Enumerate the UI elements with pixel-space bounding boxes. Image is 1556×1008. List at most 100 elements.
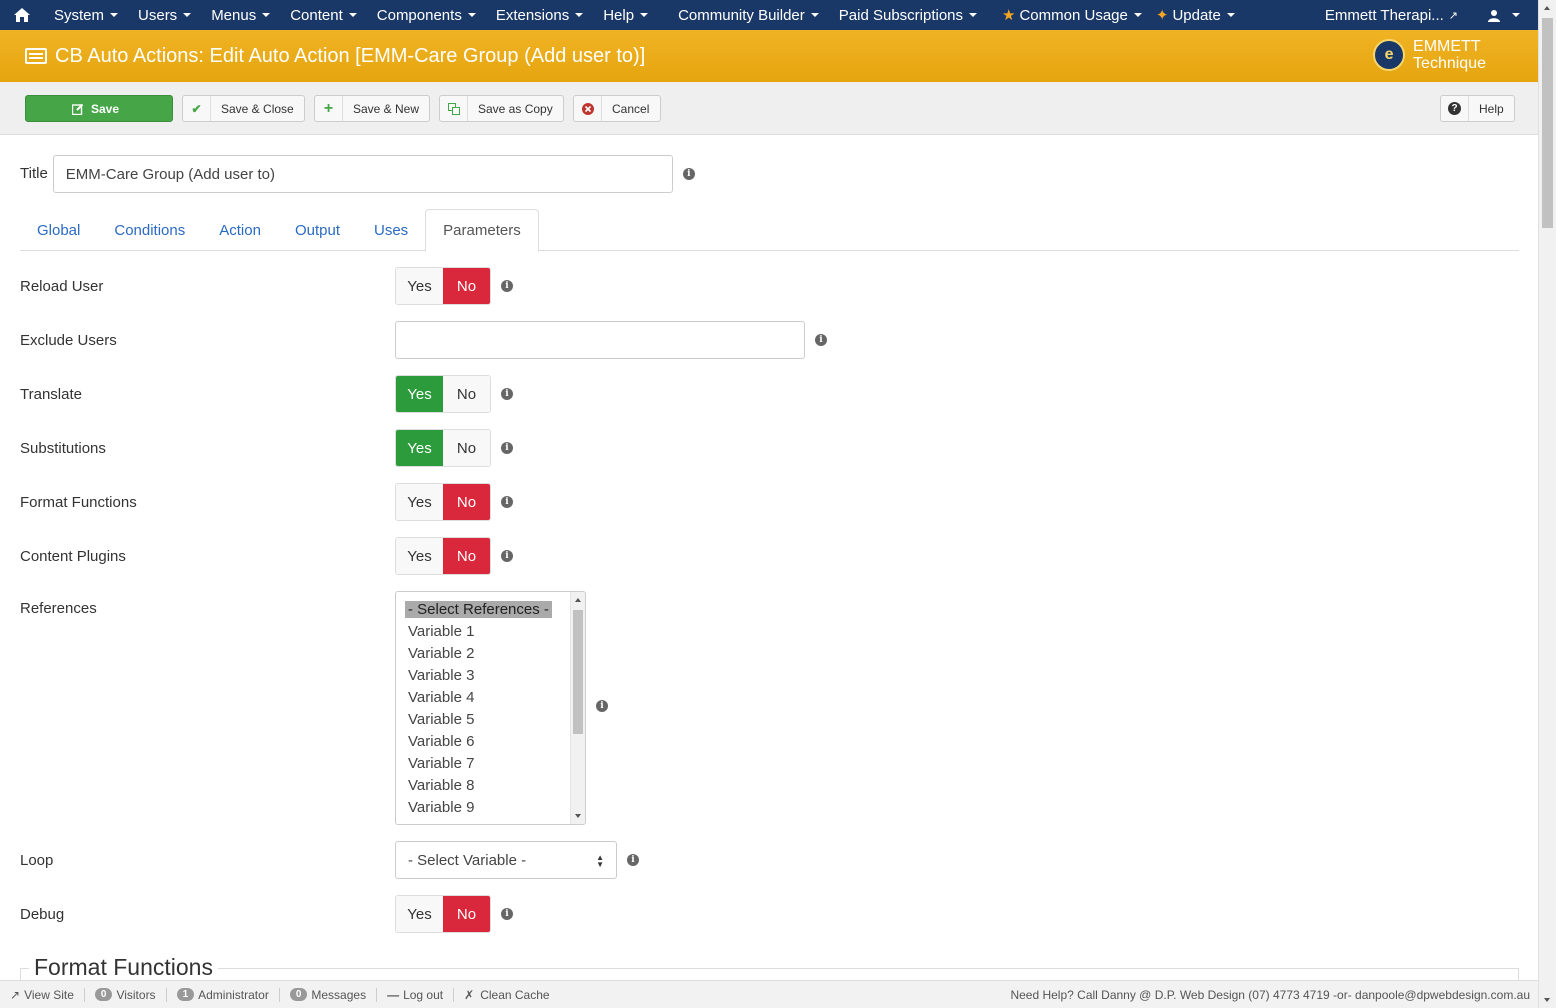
- tab-action[interactable]: Action: [202, 209, 278, 251]
- yes-option[interactable]: Yes: [396, 538, 443, 574]
- no-option[interactable]: No: [443, 484, 490, 520]
- scroll-down-icon[interactable]: [1544, 998, 1550, 1002]
- save-close-label: Save & Close: [221, 101, 294, 116]
- save-close-button[interactable]: ✔ Save & Close: [182, 95, 305, 122]
- no-option[interactable]: No: [443, 430, 490, 466]
- list-option[interactable]: Variable 9: [408, 797, 552, 819]
- info-icon[interactable]: i: [501, 442, 513, 454]
- format-functions-row: Format Functions Yes No i: [20, 483, 513, 521]
- list-option[interactable]: Variable 2: [408, 643, 552, 665]
- yes-option[interactable]: Yes: [396, 268, 443, 304]
- title-input[interactable]: EMM-Care Group (Add user to): [52, 155, 673, 193]
- page-scrollbar[interactable]: [1538, 0, 1556, 1008]
- references-listbox[interactable]: - Select References - Variable 1 Variabl…: [395, 591, 586, 825]
- references-row: References - Select References - Variabl…: [20, 591, 608, 825]
- info-icon[interactable]: i: [501, 908, 513, 920]
- save-copy-button[interactable]: Save as Copy: [439, 95, 564, 122]
- status-bar: ↗ View Site 0 Visitors 1 Administrator 0…: [0, 980, 1538, 1008]
- info-icon[interactable]: i: [501, 388, 513, 400]
- menu-label: Users: [138, 6, 178, 24]
- user-menu[interactable]: [1468, 0, 1538, 30]
- caret-down-icon: [183, 13, 192, 17]
- messages-badge: 0: [289, 988, 308, 1001]
- clean-cache-label: Clean Cache: [480, 987, 550, 1002]
- menu-update[interactable]: ✦ Update: [1152, 0, 1245, 30]
- list-option[interactable]: Variable 4: [408, 687, 552, 709]
- tab-global[interactable]: Global: [20, 209, 97, 251]
- info-icon[interactable]: i: [682, 168, 695, 180]
- yes-option[interactable]: Yes: [396, 484, 443, 520]
- scroll-up-icon[interactable]: [1544, 6, 1550, 10]
- messages-label: Messages: [311, 987, 367, 1002]
- info-icon[interactable]: i: [501, 280, 513, 292]
- list-option[interactable]: Variable 8: [408, 775, 552, 797]
- listbox-scrollbar[interactable]: [570, 592, 585, 824]
- list-option[interactable]: Variable 6: [408, 731, 552, 753]
- content-plugins-label: Content Plugins: [20, 547, 126, 565]
- logout-link[interactable]: — Log out: [377, 987, 455, 1002]
- tab-output[interactable]: Output: [278, 209, 357, 251]
- external-link-icon: ↗: [1448, 9, 1458, 22]
- yes-option[interactable]: Yes: [396, 376, 443, 412]
- tab-uses[interactable]: Uses: [357, 209, 425, 251]
- menu-menus[interactable]: Menus: [201, 0, 280, 30]
- view-site-link[interactable]: ↗ View Site: [0, 987, 85, 1002]
- reload-user-label: Reload User: [20, 277, 104, 295]
- list-option[interactable]: - Select References -: [405, 601, 552, 618]
- site-link[interactable]: Emmett Therapi... ↗: [1315, 0, 1468, 30]
- info-icon[interactable]: i: [815, 334, 827, 346]
- help-button[interactable]: ? Help: [1440, 95, 1515, 122]
- home-icon[interactable]: [0, 0, 44, 30]
- info-icon[interactable]: i: [627, 854, 639, 866]
- yes-option[interactable]: Yes: [396, 896, 443, 932]
- list-option[interactable]: Variable 1: [408, 621, 552, 643]
- visitors-label: Visitors: [116, 987, 156, 1002]
- exclude-users-input[interactable]: [395, 321, 805, 359]
- scroll-up-icon[interactable]: [575, 598, 581, 602]
- info-icon[interactable]: i: [501, 496, 513, 508]
- menu-extensions[interactable]: Extensions: [486, 0, 593, 30]
- cancel-icon: [574, 96, 602, 121]
- list-option[interactable]: Variable 7: [408, 753, 552, 775]
- yes-option[interactable]: Yes: [396, 430, 443, 466]
- menu-label: System: [54, 6, 105, 24]
- tab-parameters[interactable]: Parameters: [425, 209, 539, 252]
- menu-common-usage[interactable]: ★ Common Usage: [992, 0, 1152, 30]
- translate-label: Translate: [20, 385, 82, 403]
- save-new-button[interactable]: + Save & New: [314, 95, 430, 122]
- info-icon[interactable]: i: [596, 700, 608, 712]
- list-option[interactable]: Variable 5: [408, 709, 552, 731]
- clean-cache-link[interactable]: ✗ Clean Cache: [454, 988, 559, 1002]
- menu-help[interactable]: Help: [593, 0, 658, 30]
- menu-users[interactable]: Users: [128, 0, 201, 30]
- menu-components[interactable]: Components: [367, 0, 486, 30]
- no-option[interactable]: No: [443, 268, 490, 304]
- info-icon[interactable]: i: [501, 550, 513, 562]
- save-button[interactable]: Save: [25, 95, 173, 122]
- title-row: Title EMM-Care Group (Add user to) i: [20, 155, 695, 193]
- no-option[interactable]: No: [443, 538, 490, 574]
- caret-down-icon: [1226, 13, 1235, 17]
- copy-icon: [440, 96, 468, 121]
- scroll-down-icon[interactable]: [575, 814, 581, 818]
- caret-down-icon: [348, 13, 357, 17]
- tab-bar: Global Conditions Action Output Uses Par…: [20, 209, 1519, 252]
- messages-link[interactable]: 0 Messages: [280, 987, 378, 1002]
- menu-label: Content: [290, 6, 343, 24]
- edit-icon: [69, 96, 87, 121]
- tab-conditions[interactable]: Conditions: [97, 209, 202, 251]
- menu-community-builder[interactable]: Community Builder: [668, 0, 829, 30]
- content-plugins-row: Content Plugins Yes No i: [20, 537, 513, 575]
- cancel-button[interactable]: Cancel: [573, 95, 661, 122]
- no-option[interactable]: No: [443, 896, 490, 932]
- scroll-thumb[interactable]: [573, 610, 583, 734]
- no-option[interactable]: No: [443, 376, 490, 412]
- menu-paid-subscriptions[interactable]: Paid Subscriptions: [829, 0, 987, 30]
- menu-system[interactable]: System: [44, 0, 128, 30]
- logo-line1: EMMETT: [1413, 38, 1481, 55]
- menu-content[interactable]: Content: [280, 0, 367, 30]
- list-option[interactable]: Variable 3: [408, 665, 552, 687]
- scroll-thumb[interactable]: [1542, 18, 1553, 228]
- loop-select[interactable]: - Select Variable - ▲ ▼: [395, 841, 617, 879]
- list-icon: [25, 48, 47, 64]
